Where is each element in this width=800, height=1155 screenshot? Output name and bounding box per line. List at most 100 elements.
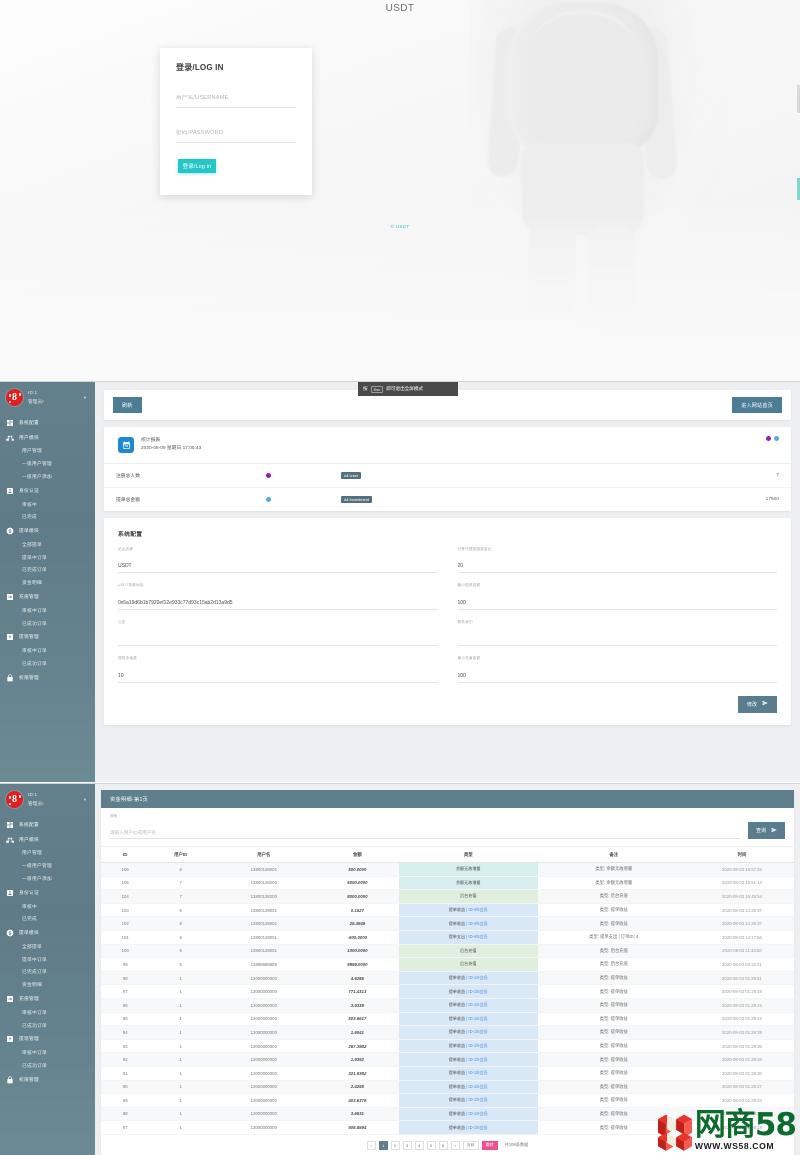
- enter-site-button[interactable]: 进入网站首页: [732, 397, 782, 413]
- refresh-button[interactable]: 刷新: [113, 397, 142, 413]
- sidebar-item-2[interactable]: 用户管理: [0, 847, 95, 860]
- password-input[interactable]: [176, 130, 296, 136]
- sidebar-item-19[interactable]: 权限管理: [0, 1072, 95, 1087]
- table-row[interactable]: 92 1 13000000000 1.9392 提单收益 | ID-1/6会员 类型: 提…: [101, 1052, 794, 1067]
- table-row[interactable]: 101 6 13800138001 -500.0000 提单支出 | ID-4/6会员类…: [101, 930, 794, 945]
- sidebar-item-5[interactable]: 身份认证: [0, 483, 95, 498]
- config-actions: 修改: [118, 695, 777, 713]
- pagination-page-3[interactable]: 3: [402, 1140, 412, 1150]
- table-row[interactable]: 93 1 13000000000 267.3982 提单收益 | ID-1/6会员 类型:…: [101, 1039, 794, 1054]
- sidebar-user-header-2[interactable]: ID:1 管理员! ▼: [0, 784, 95, 817]
- sidebar-item-0[interactable]: 系统配置: [0, 415, 95, 430]
- table-row[interactable]: 103 6 13800138001 0.1527 提单收益 | ID-4/6会员 类型: …: [101, 903, 794, 918]
- config-field-input[interactable]: [118, 672, 438, 683]
- config-field-input[interactable]: [118, 636, 438, 647]
- pagination-page-4[interactable]: 4: [414, 1140, 424, 1150]
- table-row[interactable]: 104 7 13800138200 8000.0000 后台充值 类型: 后台充值 2020…: [101, 889, 794, 904]
- pagination-page-2[interactable]: 2: [390, 1140, 400, 1150]
- cell-type-sub: | ID-1/6会员: [465, 1124, 488, 1130]
- sidebar-item-10[interactable]: 提单中订单: [0, 953, 95, 966]
- table-row[interactable]: 98 1 13000000000 4.6286 提单收益 | ID-1/6会员 类型: 提…: [101, 971, 794, 986]
- sidebar-item-label: 身份认证: [19, 487, 39, 493]
- config-field-label: 联系我们: [457, 619, 473, 624]
- pagination-page-5[interactable]: 5: [426, 1140, 436, 1150]
- sidebar-item-18[interactable]: 已成功订单: [0, 658, 95, 671]
- login-submit-button[interactable]: 登录/Log in: [178, 159, 216, 173]
- table-row[interactable]: 100 6 13800138001 1000.0000 后台充值 类型: 后台充值 2020…: [101, 944, 794, 959]
- sidebar-item-15[interactable]: 已成功订单: [0, 617, 95, 630]
- sidebar-item-4[interactable]: 一级用户添加: [0, 873, 95, 886]
- search-button[interactable]: 查询: [747, 822, 785, 839]
- sidebar-item-16[interactable]: 提现管理: [0, 1032, 95, 1047]
- cell-id: 104: [101, 889, 150, 904]
- pagination-page-6[interactable]: 6: [438, 1140, 448, 1150]
- fund-table-title: 资金明细-第1页: [101, 790, 794, 808]
- sidebar-item-1[interactable]: 用户模块: [0, 832, 95, 847]
- config-field-input[interactable]: [118, 599, 438, 610]
- sidebar-item-4[interactable]: 一级用户添加: [0, 471, 95, 484]
- sidebar-item-12[interactable]: 资金明细: [0, 577, 95, 590]
- sidebar-item-12[interactable]: 资金明细: [0, 979, 95, 992]
- sidebar-item-0[interactable]: 系统配置: [0, 817, 95, 832]
- cell-username: 13000000000: [211, 1052, 316, 1067]
- sidebar-item-7[interactable]: 已完成: [0, 511, 95, 524]
- sidebar-item-13[interactable]: 充值管理: [0, 992, 95, 1007]
- sidebar-item-17[interactable]: 审核中订单: [0, 1047, 95, 1060]
- config-field-input[interactable]: [457, 563, 777, 574]
- pagination-prev-button[interactable]: ‹: [366, 1140, 376, 1150]
- table-row[interactable]: 99 5 13888888889 9999.0000 后台充值 类型: 后台充值 2020-…: [101, 957, 794, 972]
- table-row[interactable]: 89 1 13000000000 403.6376 提单收益 | ID-1/6会员 类型:…: [101, 1093, 794, 1108]
- sidebar-item-10[interactable]: 提单中订单: [0, 551, 95, 564]
- sidebar-item-7[interactable]: 已完成: [0, 913, 95, 926]
- table-row[interactable]: 95 1 13000000000 503.6617 提单收益 | ID-1/6会员 类型:…: [101, 1012, 794, 1027]
- table-row[interactable]: 94 1 13000000000 1.6041 提单收益 | ID-1/6会员 类型: 提…: [101, 1025, 794, 1040]
- sidebar-item-3[interactable]: 一级用户管理: [0, 458, 95, 471]
- table-column-header: 备注: [537, 847, 690, 863]
- sidebar-item-11[interactable]: 已完成订单: [0, 564, 95, 577]
- table-row[interactable]: 97 1 13000000000 771.4313 提单收益 | ID-1/6会员 类型:…: [101, 984, 794, 999]
- config-field-input[interactable]: [457, 599, 777, 610]
- chevron-down-icon-2[interactable]: ▼: [83, 797, 89, 802]
- sidebar-item-6[interactable]: 审核中: [0, 498, 95, 511]
- pagination-page-1[interactable]: 1: [378, 1140, 388, 1150]
- table-row[interactable]: 106 6 13800138001 500.0000 余额无故增量 类型: 余额无故增量 2…: [101, 862, 794, 877]
- pagination-next-button[interactable]: ›: [450, 1140, 460, 1150]
- sidebar-item-9[interactable]: 全部提单: [0, 538, 95, 551]
- config-field-input[interactable]: [457, 672, 777, 683]
- config-submit-button[interactable]: 修改: [737, 695, 777, 713]
- username-input[interactable]: [176, 95, 296, 101]
- table-row[interactable]: 91 1 13000000000 321.9382 提单收益 | ID-1/6会员 类型:…: [101, 1066, 794, 1081]
- sidebar-item-14[interactable]: 审核中订单: [0, 1006, 95, 1019]
- sidebar-item-5[interactable]: 身份认证: [0, 885, 95, 900]
- pagination-jump-input[interactable]: [462, 1140, 479, 1150]
- config-field-input[interactable]: [118, 563, 438, 574]
- sidebar-item-18[interactable]: 已成功订单: [0, 1060, 95, 1073]
- sidebar-item-14[interactable]: 审核中订单: [0, 604, 95, 617]
- sidebar-item-3[interactable]: 一级用户管理: [0, 860, 95, 873]
- sidebar-item-15[interactable]: 已成功订单: [0, 1019, 95, 1032]
- cell-uid: 6: [149, 916, 212, 931]
- table-row[interactable]: 102 6 13800138001 25.4949 提单收益 | ID-4/6会员 类型:…: [101, 916, 794, 931]
- sidebar-item-19[interactable]: 权限管理: [0, 670, 95, 685]
- sidebar-item-13[interactable]: 充值管理: [0, 590, 95, 605]
- sidebar-item-11[interactable]: 已完成订单: [0, 966, 95, 979]
- cell-id: 99: [101, 957, 150, 972]
- sidebar-item-1[interactable]: 用户模块: [0, 430, 95, 445]
- sidebar-item-2[interactable]: 用户管理: [0, 445, 95, 458]
- sidebar-item-17[interactable]: 审核中订单: [0, 645, 95, 658]
- table-row[interactable]: 96 1 13000000000 3.6339 提单收益 | ID-1/6会员 类型: 提…: [101, 998, 794, 1013]
- sidebar-item-6[interactable]: 审核中: [0, 900, 95, 913]
- sidebar-item-8[interactable]: 提单模块: [0, 926, 95, 941]
- statistic-row-0: 注册总人数 All User 7: [104, 464, 791, 488]
- id-card-icon: [6, 487, 14, 495]
- sidebar-item-8[interactable]: 提单模块: [0, 524, 95, 539]
- config-field-input[interactable]: [457, 636, 777, 647]
- chevron-down-icon[interactable]: ▼: [83, 395, 89, 400]
- sidebar-item-9[interactable]: 全部提单: [0, 940, 95, 953]
- sidebar-item-16[interactable]: 提现管理: [0, 630, 95, 645]
- table-row[interactable]: 90 1 13000000000 2.4258 提单收益 | ID-1/6会员 类型: 提…: [101, 1080, 794, 1095]
- pagination-go-button[interactable]: 跳转: [481, 1140, 498, 1150]
- search-input[interactable]: [110, 830, 740, 839]
- table-row[interactable]: 105 7 13800138200 5000.0000 余额无故增量 类型: 余额无故增量…: [101, 876, 794, 891]
- sidebar-user-header[interactable]: ID:1 管理员! ▼: [0, 382, 95, 415]
